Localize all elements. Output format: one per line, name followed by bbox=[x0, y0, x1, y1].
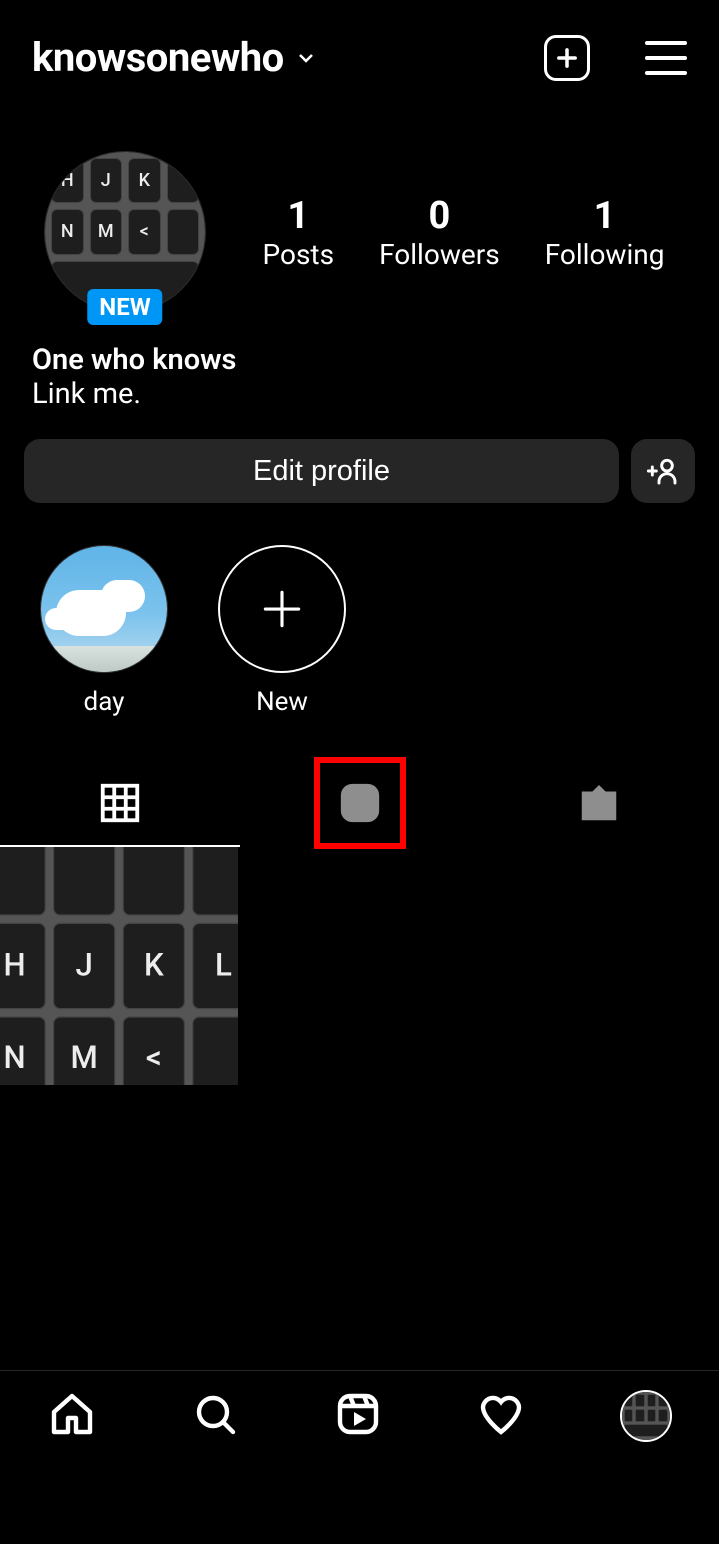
posts-grid: HJKL NM< bbox=[0, 847, 719, 1085]
profile-header: knowsonewho bbox=[0, 0, 719, 101]
create-button[interactable] bbox=[544, 35, 590, 81]
tab-grid[interactable] bbox=[0, 759, 240, 847]
highlight-add[interactable]: New bbox=[218, 545, 346, 717]
tab-tagged[interactable] bbox=[479, 759, 719, 847]
plus-icon bbox=[257, 584, 307, 634]
menu-button[interactable] bbox=[645, 41, 687, 75]
stats-row: 1 Posts 0 Followers 1 Following bbox=[210, 194, 687, 271]
username-switcher[interactable]: knowsonewho bbox=[32, 34, 318, 81]
bottom-nav bbox=[0, 1370, 719, 1460]
profile-summary: HJK NM< NEW 1 Posts 0 Followers 1 Follow… bbox=[0, 101, 719, 313]
profile-tabs bbox=[0, 759, 719, 847]
tab-reels[interactable] bbox=[240, 759, 480, 847]
username: knowsonewho bbox=[32, 34, 284, 81]
bio-section: One who knows Link me. bbox=[0, 313, 719, 411]
nav-avatar bbox=[620, 1390, 672, 1442]
hamburger-line bbox=[645, 56, 687, 60]
nav-search[interactable] bbox=[191, 1390, 239, 1442]
edit-profile-button[interactable]: Edit profile bbox=[24, 439, 619, 503]
post-thumbnail[interactable]: HJKL NM< bbox=[0, 847, 238, 1085]
posts-stat[interactable]: 1 Posts bbox=[263, 194, 335, 271]
posts-count: 1 bbox=[263, 194, 335, 238]
nav-profile[interactable] bbox=[620, 1390, 672, 1442]
add-person-icon bbox=[647, 455, 679, 487]
add-highlight-circle bbox=[218, 545, 346, 673]
grid-icon bbox=[97, 780, 143, 826]
nav-reels[interactable] bbox=[334, 1390, 382, 1442]
avatar-image: HJK NM< bbox=[45, 152, 205, 312]
followers-stat[interactable]: 0 Followers bbox=[379, 194, 500, 271]
highlight-label: day bbox=[84, 687, 125, 717]
posts-label: Posts bbox=[263, 238, 335, 271]
followers-label: Followers bbox=[379, 238, 500, 271]
following-label: Following bbox=[545, 238, 665, 271]
avatar-container[interactable]: HJK NM< NEW bbox=[40, 151, 210, 313]
followers-count: 0 bbox=[379, 194, 500, 238]
home-icon bbox=[48, 1390, 96, 1438]
plus-icon bbox=[553, 44, 581, 72]
nav-activity[interactable] bbox=[477, 1390, 525, 1442]
new-badge: NEW bbox=[87, 289, 162, 325]
highlights-row: day New bbox=[0, 503, 719, 747]
tagged-icon bbox=[576, 780, 622, 826]
highlight-item[interactable]: day bbox=[40, 545, 168, 717]
hamburger-line bbox=[645, 71, 687, 75]
display-name: One who knows bbox=[32, 343, 687, 377]
discover-people-button[interactable] bbox=[631, 439, 695, 503]
highlight-cover bbox=[40, 545, 168, 673]
hamburger-line bbox=[645, 41, 687, 45]
nav-home[interactable] bbox=[48, 1390, 96, 1442]
reels-icon bbox=[337, 780, 383, 826]
search-icon bbox=[191, 1390, 239, 1438]
reels-icon bbox=[334, 1390, 382, 1438]
sky-image bbox=[41, 546, 167, 672]
bio-text: Link me. bbox=[32, 377, 687, 411]
profile-actions: Edit profile bbox=[0, 411, 719, 503]
header-actions bbox=[544, 35, 687, 81]
post-image: HJKL NM< bbox=[0, 847, 238, 1085]
chevron-down-icon bbox=[294, 46, 318, 70]
following-stat[interactable]: 1 Following bbox=[545, 194, 665, 271]
highlight-label: New bbox=[256, 687, 308, 717]
heart-icon bbox=[477, 1390, 525, 1438]
following-count: 1 bbox=[545, 194, 665, 238]
